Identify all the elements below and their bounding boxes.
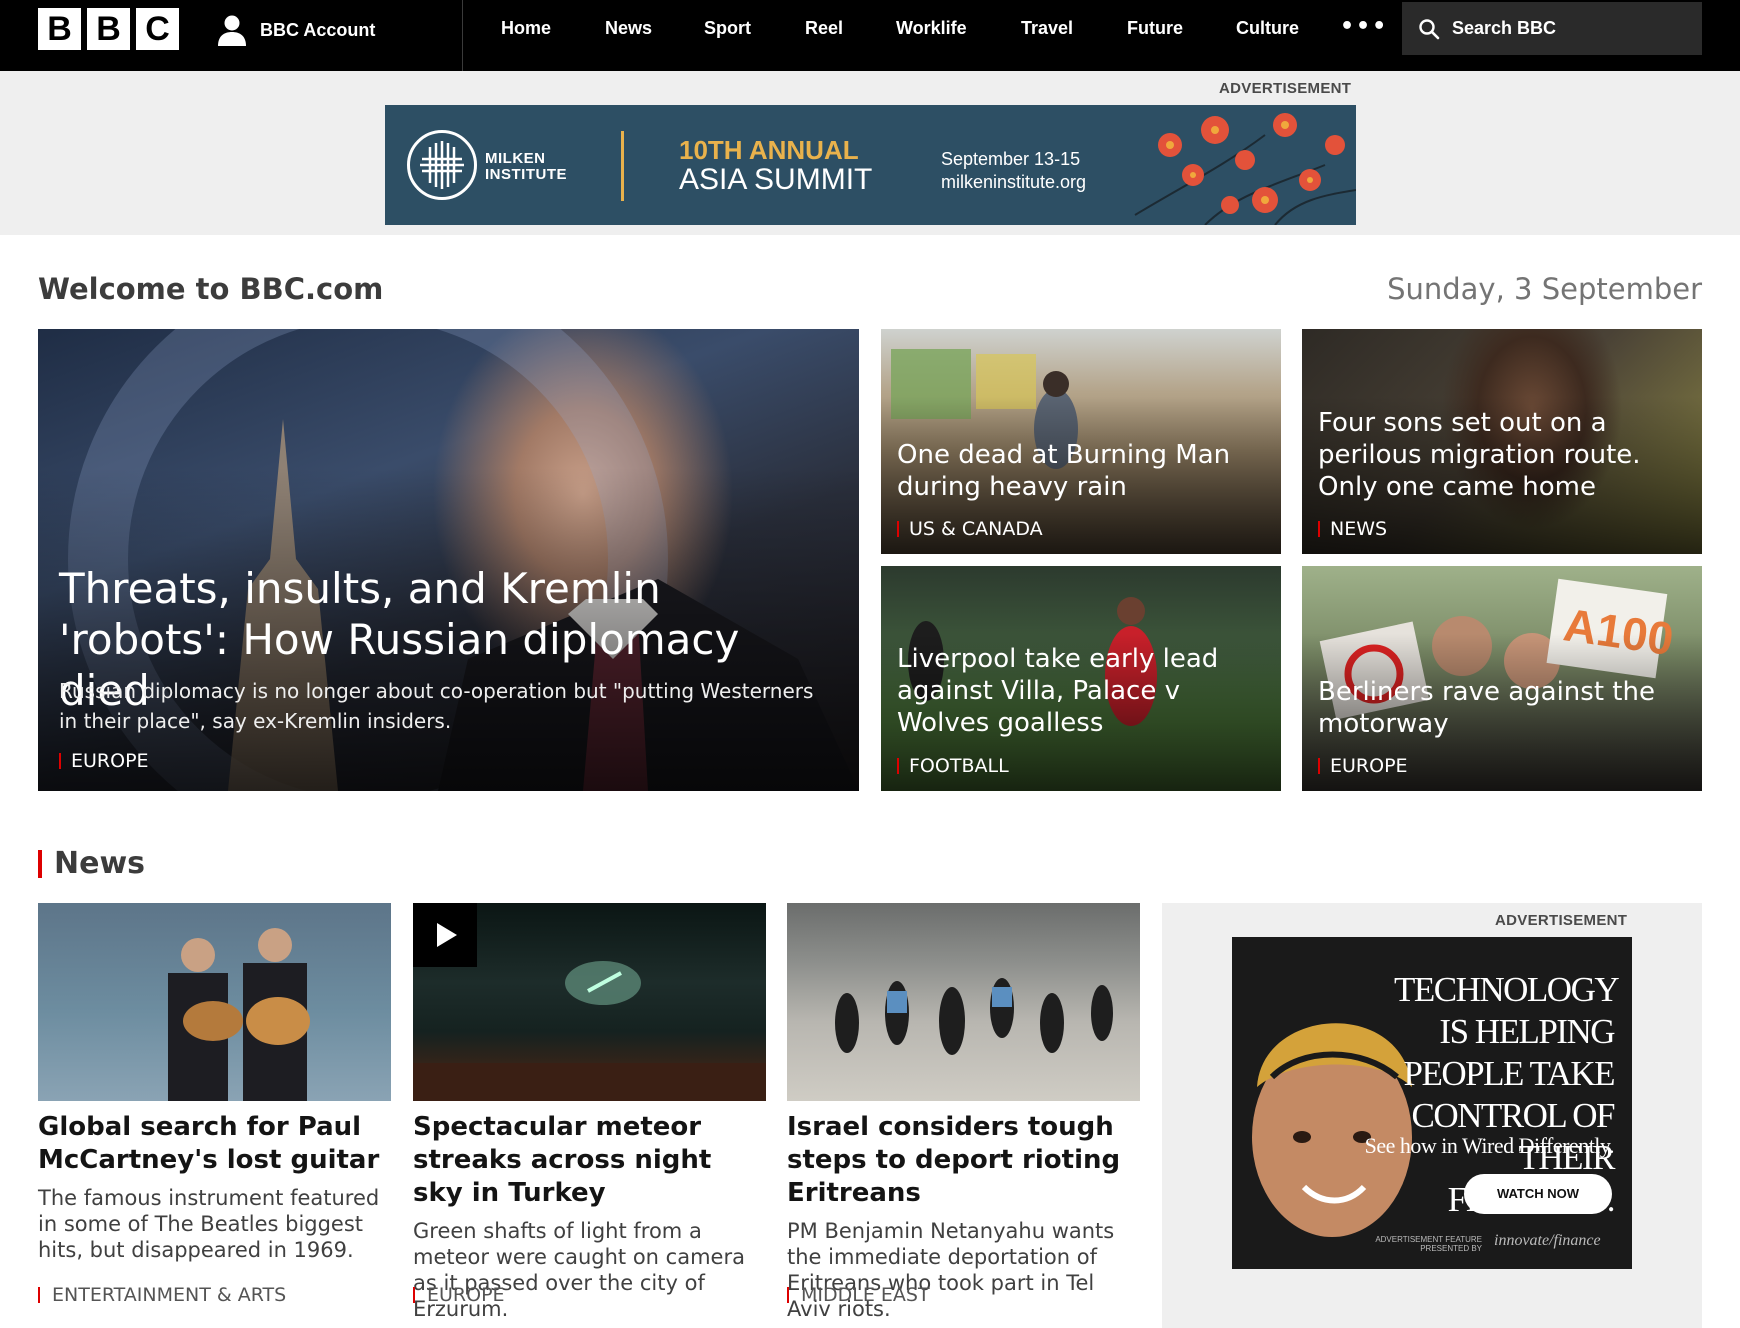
featured-tag[interactable]: NEWS xyxy=(1318,518,1387,540)
nav-item-reel[interactable]: Reel xyxy=(805,0,843,57)
top-navigation-bar: B B C BBC Account Home News Sport Reel W… xyxy=(0,0,1740,71)
tag-label: ENTERTAINMENT & ARTS xyxy=(52,1284,287,1306)
featured-main-tag[interactable]: EUROPE xyxy=(59,750,149,772)
news-tag[interactable]: MIDDLE EAST xyxy=(787,1284,930,1306)
bbc-logo-letter: C xyxy=(136,8,179,50)
account-label: BBC Account xyxy=(260,19,376,40)
featured-story[interactable]: A100 Berliners rave against the motorway… xyxy=(1302,566,1702,791)
news-description: Green shafts of light from a meteor were… xyxy=(413,1219,745,1321)
tag-label: FOOTBALL xyxy=(909,755,1009,777)
news-description: The famous instrument featured in some o… xyxy=(38,1186,380,1262)
nav-item-culture[interactable]: Culture xyxy=(1236,0,1299,57)
news-tag[interactable]: ENTERTAINMENT & ARTS xyxy=(38,1284,286,1306)
play-icon[interactable] xyxy=(413,903,477,967)
ad-headline-line-2: ASIA SUMMIT xyxy=(679,163,873,196)
ad-label: ADVERTISEMENT xyxy=(1219,80,1352,97)
nav-item-home[interactable]: Home xyxy=(501,0,551,57)
user-icon xyxy=(218,15,246,46)
featured-main-summary: Russian diplomacy is no longer about co-… xyxy=(59,679,814,733)
featured-tag[interactable]: EUROPE xyxy=(1318,755,1408,777)
section-title: News xyxy=(54,846,146,881)
featured-story[interactable]: Four sons set out on a perilous migratio… xyxy=(1302,329,1702,554)
ad-dates: September 13-15 xyxy=(941,149,1081,169)
side-ad-brand: innovate/finance xyxy=(1494,1232,1601,1249)
side-ad[interactable]: TECHNOLOGY IS HELPING PEOPLE TAKE CONTRO… xyxy=(1232,937,1632,1269)
news-headline[interactable]: Israel considers tough steps to deport r… xyxy=(787,1111,1140,1210)
news-story[interactable]: Global search for Paul McCartney's lost … xyxy=(38,903,391,1306)
tag-marker xyxy=(59,753,61,769)
tag-label: EUROPE xyxy=(1330,755,1408,777)
meteor-image xyxy=(413,903,766,1101)
tag-label: US & CANADA xyxy=(909,518,1043,540)
featured-story[interactable]: One dead at Burning Man during heavy rai… xyxy=(881,329,1281,554)
beatles-image xyxy=(38,903,391,1101)
nav-item-future[interactable]: Future xyxy=(1127,0,1183,57)
more-menu-button[interactable]: ••• xyxy=(1340,14,1388,39)
tag-marker xyxy=(38,1287,40,1303)
nav-divider xyxy=(462,0,463,71)
news-description: PM Benjamin Netanyahu wants the immediat… xyxy=(787,1219,1115,1321)
ad-headline-line-1: 10TH ANNUAL xyxy=(679,135,859,165)
featured-title[interactable]: Liverpool take early lead against Villa,… xyxy=(897,643,1265,739)
bbc-logo[interactable]: B B C xyxy=(38,8,179,50)
tag-marker xyxy=(897,521,899,537)
tag-marker xyxy=(897,758,899,774)
news-story[interactable]: Spectacular meteor streaks across night … xyxy=(413,903,766,1322)
tel-aviv-riot-image xyxy=(787,903,1140,1101)
side-ad-feature-note: ADVERTISEMENT FEATURE PRESENTED BY xyxy=(1375,1235,1482,1253)
news-headline[interactable]: Spectacular meteor streaks across night … xyxy=(413,1111,766,1210)
ad-url: milkeninstitute.org xyxy=(941,172,1087,192)
featured-title[interactable]: Four sons set out on a perilous migratio… xyxy=(1318,407,1686,503)
nav-item-sport[interactable]: Sport xyxy=(704,0,751,57)
news-tag[interactable]: EUROPE xyxy=(413,1284,505,1306)
tag-label: MIDDLE EAST xyxy=(801,1284,930,1306)
bbc-logo-letter: B xyxy=(87,8,130,50)
ad-label: ADVERTISEMENT xyxy=(1495,912,1628,929)
news-story[interactable]: Israel considers tough steps to deport r… xyxy=(787,903,1140,1322)
featured-tag[interactable]: FOOTBALL xyxy=(897,755,1009,777)
welcome-title: Welcome to BBC.com xyxy=(38,272,384,306)
tag-label: NEWS xyxy=(1330,518,1388,540)
search-bar[interactable]: Search BBC xyxy=(1402,2,1702,55)
tag-marker xyxy=(1318,521,1320,537)
tag-label: EUROPE xyxy=(427,1284,505,1306)
section-marker xyxy=(38,849,42,878)
tag-marker xyxy=(1318,758,1320,774)
tag-marker xyxy=(787,1287,789,1303)
tag-marker xyxy=(413,1287,415,1303)
news-section-heading[interactable]: News xyxy=(38,846,145,881)
nav-item-worklife[interactable]: Worklife xyxy=(896,0,967,57)
milken-logo-text: MILKEN INSTITUTE xyxy=(485,150,567,183)
milken-logo-icon xyxy=(407,130,477,200)
featured-tag[interactable]: US & CANADA xyxy=(897,518,1043,540)
bbc-account-link[interactable]: BBC Account xyxy=(215,12,375,48)
featured-story-main[interactable]: Threats, insults, and Kremlin 'robots': … xyxy=(38,329,859,791)
flowers-illustration xyxy=(1134,113,1356,225)
tag-label: EUROPE xyxy=(71,750,149,772)
side-ad-subline: See how in Wired Differently. xyxy=(1364,1133,1615,1158)
nav-item-travel[interactable]: Travel xyxy=(1021,0,1073,57)
search-label: Search BBC xyxy=(1452,18,1557,38)
featured-title[interactable]: One dead at Burning Man during heavy rai… xyxy=(897,439,1265,503)
watch-now-button[interactable]: WATCH NOW xyxy=(1464,1174,1612,1214)
featured-title[interactable]: Berliners rave against the motorway xyxy=(1318,676,1686,740)
news-headline[interactable]: Global search for Paul McCartney's lost … xyxy=(38,1111,391,1177)
featured-story[interactable]: Liverpool take early lead against Villa,… xyxy=(881,566,1281,791)
nav-item-news[interactable]: News xyxy=(605,0,652,57)
search-icon xyxy=(1419,18,1440,39)
top-banner-ad[interactable]: MILKEN INSTITUTE 10TH ANNUAL ASIA SUMMIT… xyxy=(385,105,1356,225)
bbc-logo-letter: B xyxy=(38,8,81,50)
ad-divider xyxy=(621,131,624,201)
current-date: Sunday, 3 September xyxy=(1387,272,1702,306)
